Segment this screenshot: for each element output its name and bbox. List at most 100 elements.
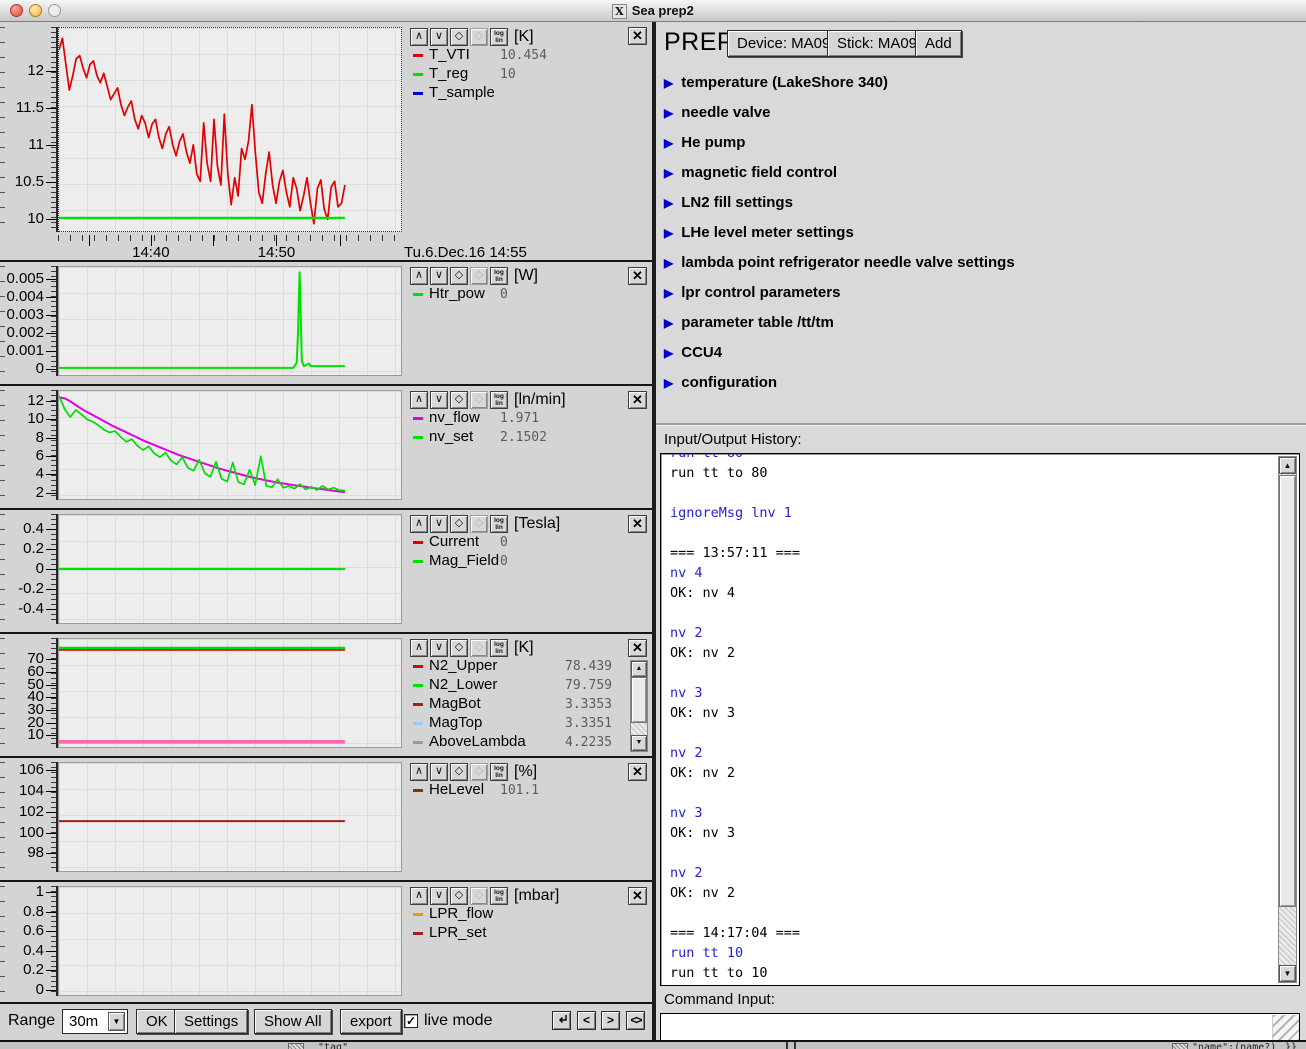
scroll-up-button[interactable]: ∧	[410, 763, 428, 781]
scroll-down-button[interactable]: ∨	[430, 887, 448, 905]
zoom-y-button[interactable]: ◇	[450, 887, 468, 905]
chart-close-button[interactable]: ✕	[628, 763, 647, 781]
legend-entry-N2_Lower[interactable]: N2_Lower79.759	[404, 676, 644, 695]
plot-area[interactable]	[58, 514, 402, 624]
legend-entry-Mag_Field[interactable]: Mag_Field0	[404, 552, 644, 571]
log-lin-toggle-button[interactable]: loglin	[490, 639, 508, 657]
legend-entry-AboveLambda[interactable]: AboveLambda4.2235	[404, 733, 644, 752]
legend-entry-MagBot[interactable]: MagBot3.3353	[404, 695, 644, 714]
chart-close-button[interactable]: ✕	[628, 887, 647, 905]
scroll-up-button[interactable]: ∧	[410, 267, 428, 285]
zoom-y-button[interactable]: ◇	[450, 28, 468, 46]
legend-entry-MagTop[interactable]: MagTop3.3351	[404, 714, 644, 733]
scroll-up-button[interactable]: ∧	[410, 515, 428, 533]
chart-close-button[interactable]: ✕	[628, 639, 647, 657]
section-item-needle-valve[interactable]: ▶needle valve	[664, 104, 770, 128]
section-item-he-pump[interactable]: ▶He pump	[664, 134, 745, 158]
zoom-y-auto-button: ◇	[470, 391, 488, 409]
series-name: LPR_flow	[429, 905, 493, 922]
scrollbar-down-icon[interactable]: ▼	[1279, 965, 1296, 982]
section-item-parameter-table-tt-tm[interactable]: ▶parameter table /tt/tm	[664, 314, 834, 338]
section-item-lpr-control-parameters[interactable]: ▶lpr control parameters	[664, 284, 840, 308]
section-item-temperature-lakeshore-340-[interactable]: ▶temperature (LakeShore 340)	[664, 74, 888, 98]
chart-close-button[interactable]: ✕	[628, 267, 647, 285]
io-history[interactable]: run tt 80run tt to 80 ignoreMsg lnv 1 ==…	[660, 453, 1300, 986]
legend-entry-N2_Upper[interactable]: N2_Upper78.439	[404, 657, 644, 676]
range-select[interactable]: 30m ▼	[62, 1009, 128, 1034]
background-text-fragment: "tag"	[318, 1042, 348, 1049]
scrollbar-up-icon[interactable]: ▲	[1279, 457, 1296, 474]
history-scrollbar[interactable]: ▲ ▼	[1278, 456, 1297, 983]
command-input[interactable]	[660, 1013, 1300, 1043]
chart-close-button[interactable]: ✕	[628, 27, 647, 45]
section-item-ln2-fill-settings[interactable]: ▶LN2 fill settings	[664, 194, 793, 218]
scroll-down-button[interactable]: ∨	[430, 28, 448, 46]
history-scrollbar-thumb[interactable]	[1279, 475, 1296, 907]
log-lin-toggle-button[interactable]: loglin	[490, 267, 508, 285]
scroll-down-button[interactable]: ∨	[430, 639, 448, 657]
plot-area[interactable]	[58, 886, 402, 996]
scroll-down-button[interactable]: ∨	[430, 391, 448, 409]
ok-button[interactable]: OK	[136, 1009, 178, 1034]
stick-select-button[interactable]: Stick: MA09	[827, 30, 927, 57]
live-mode-checkbox[interactable]: ✓	[404, 1014, 418, 1028]
scroll-right-button[interactable]: >	[601, 1011, 620, 1030]
log-lin-toggle-button[interactable]: loglin	[490, 28, 508, 46]
plot-area[interactable]	[58, 390, 402, 500]
legend-scrollbar-down-icon[interactable]: ▼	[631, 735, 647, 751]
section-item-lhe-level-meter-settings[interactable]: ▶LHe level meter settings	[664, 224, 854, 248]
legend-entry-LPR_flow[interactable]: LPR_flow	[404, 905, 644, 924]
legend-scrollbar-up-icon[interactable]: ▲	[631, 661, 647, 677]
zoom-y-button[interactable]: ◇	[450, 763, 468, 781]
section-item-configuration[interactable]: ▶configuration	[664, 374, 777, 398]
series-value: 0	[500, 287, 508, 302]
legend-entry-T_sample[interactable]: T_sample	[404, 84, 644, 103]
scroll-up-button[interactable]: ∧	[410, 391, 428, 409]
plot-area[interactable]	[58, 762, 402, 872]
settings-button[interactable]: Settings	[174, 1009, 248, 1034]
show-all-button[interactable]: Show All	[254, 1009, 332, 1034]
zoom-y-button[interactable]: ◇	[450, 267, 468, 285]
expand-triangle-icon: ▶	[664, 286, 673, 300]
scroll-down-button[interactable]: ∨	[430, 763, 448, 781]
resize-grip[interactable]	[1272, 1015, 1299, 1041]
scroll-left-button[interactable]: <	[577, 1011, 596, 1030]
legend-entry-HeLevel[interactable]: HeLevel101.1	[404, 781, 644, 800]
legend-entry-Current[interactable]: Current0	[404, 533, 644, 552]
scroll-down-button[interactable]: ∨	[430, 515, 448, 533]
section-item-ccu4[interactable]: ▶CCU4	[664, 344, 722, 368]
plot-area[interactable]	[58, 27, 402, 232]
window-titlebar[interactable]: XSea prep2	[0, 0, 1306, 22]
legend-entry-nv_flow[interactable]: nv_flow1.971	[404, 409, 644, 428]
log-lin-toggle-button[interactable]: loglin	[490, 887, 508, 905]
log-lin-toggle-button[interactable]: loglin	[490, 763, 508, 781]
device-select-button[interactable]: Device: MA09	[727, 30, 840, 57]
export-button[interactable]: export	[340, 1009, 402, 1034]
section-item-lambda-point-refrigerator-needle-valve-settings[interactable]: ▶lambda point refrigerator needle valve …	[664, 254, 1015, 278]
log-lin-toggle-button[interactable]: loglin	[490, 391, 508, 409]
chart-close-button[interactable]: ✕	[628, 515, 647, 533]
add-button[interactable]: Add	[915, 30, 962, 57]
scroll-up-button[interactable]: ∧	[410, 28, 428, 46]
legend-entry-T_reg[interactable]: T_reg10	[404, 65, 644, 84]
series-color-dash	[413, 741, 423, 744]
plot-area[interactable]	[58, 638, 402, 748]
legend-scrollbar[interactable]: ▲▼	[630, 660, 648, 752]
zoom-x-button[interactable]: <>	[626, 1011, 645, 1030]
log-lin-toggle-button[interactable]: loglin	[490, 515, 508, 533]
scroll-down-button[interactable]: ∨	[430, 267, 448, 285]
zoom-y-button[interactable]: ◇	[450, 639, 468, 657]
scroll-up-button[interactable]: ∧	[410, 887, 428, 905]
plot-area[interactable]	[58, 266, 402, 376]
legend-entry-Htr_pow[interactable]: Htr_pow0	[404, 285, 644, 304]
zoom-y-button[interactable]: ◇	[450, 515, 468, 533]
jump-to-end-button[interactable]	[552, 1011, 571, 1030]
legend-scrollbar-thumb[interactable]	[631, 677, 647, 723]
legend-entry-nv_set[interactable]: nv_set2.1502	[404, 428, 644, 447]
zoom-y-button[interactable]: ◇	[450, 391, 468, 409]
legend-entry-LPR_set[interactable]: LPR_set	[404, 924, 644, 943]
legend-entry-T_VTI[interactable]: T_VTI10.454	[404, 46, 644, 65]
chart-close-button[interactable]: ✕	[628, 391, 647, 409]
scroll-up-button[interactable]: ∧	[410, 639, 428, 657]
section-item-magnetic-field-control[interactable]: ▶magnetic field control	[664, 164, 837, 188]
